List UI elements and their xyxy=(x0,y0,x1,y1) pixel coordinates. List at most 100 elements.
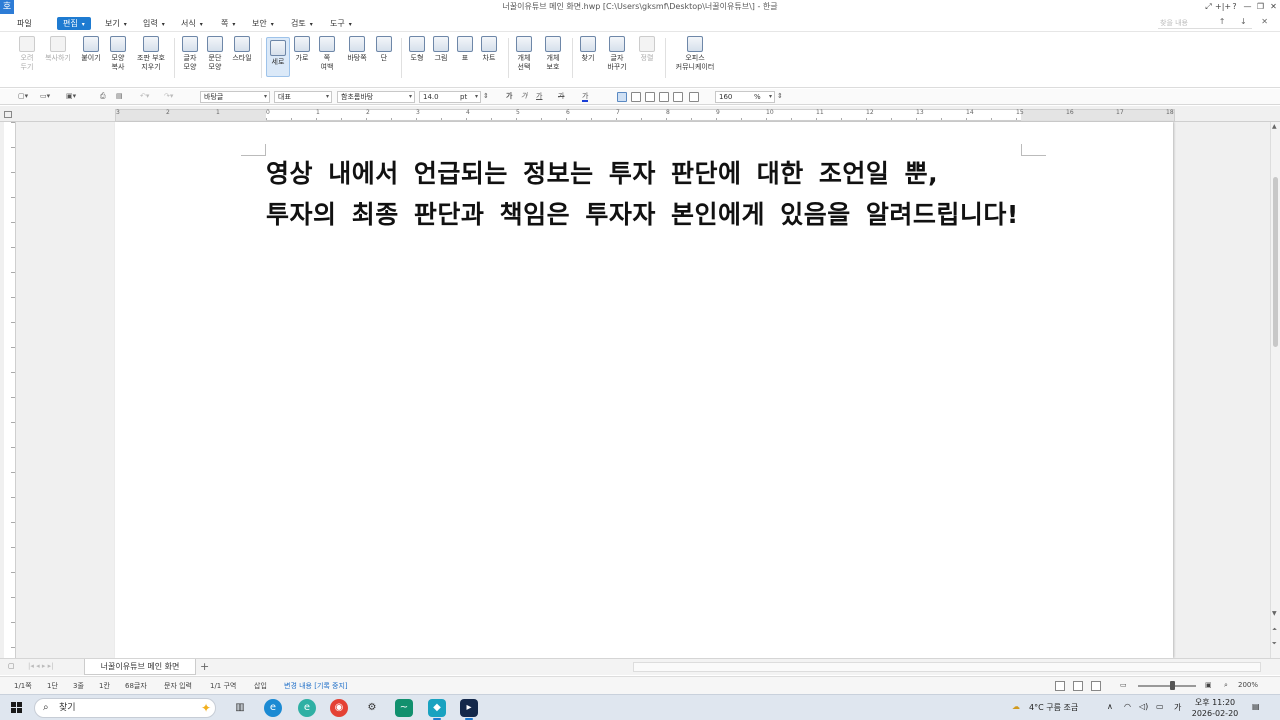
zoom-magnifier-icon[interactable]: ⌕ xyxy=(1224,681,1228,690)
zoom-out-icon[interactable]: ▭ xyxy=(1120,681,1127,689)
zoom-slider[interactable] xyxy=(1138,685,1196,687)
menu-view[interactable]: 보기 ▾ xyxy=(102,17,130,30)
ime-indicator[interactable]: 가 xyxy=(1174,702,1181,713)
char-shape-button[interactable]: 글자 모양 xyxy=(178,36,202,72)
font-select[interactable]: 함초롬바탕 ▾ xyxy=(337,91,415,103)
battery-icon[interactable]: ▭ xyxy=(1156,702,1164,711)
wifi-icon[interactable]: ◠ xyxy=(1124,702,1131,711)
taskbar-search[interactable]: ⌕ 찾기 ✦ xyxy=(34,698,216,718)
style-select[interactable]: 바탕글 ▾ xyxy=(200,91,270,103)
horizontal-ruler[interactable]: 3 2 1 0 1 2 3 4 5 6 7 8 9 10 11 12 13 14… xyxy=(115,109,1175,121)
cut-button[interactable]: 오려 두기 xyxy=(14,36,40,72)
minimize-button[interactable]: — xyxy=(1241,0,1254,14)
hwp-taskbar-icon[interactable]: ◆ xyxy=(428,699,446,720)
tab-document[interactable]: 너꿀이유튜브 메인 화면 xyxy=(84,659,196,675)
picture-button[interactable]: 그림 xyxy=(430,36,452,63)
zoom-input[interactable]: 160% ▾ xyxy=(715,91,775,103)
align-justify-button[interactable] xyxy=(617,92,627,102)
underline-button[interactable]: 가 xyxy=(536,91,542,102)
split-view-icon[interactable]: +|+ xyxy=(1215,0,1231,14)
edge-dev-icon[interactable]: e xyxy=(298,699,316,717)
zoom-stepper-icon[interactable]: ⇕ xyxy=(777,91,783,102)
print-icon[interactable]: ⎙ xyxy=(100,91,106,102)
settings-gear-icon[interactable]: ⚙ xyxy=(363,699,381,717)
copy-button[interactable]: 복사하기 xyxy=(40,36,76,63)
para-shape-button[interactable]: 문단 모양 xyxy=(203,36,227,72)
size-stepper-icon[interactable]: ⇕ xyxy=(483,91,489,102)
notification-icon[interactable]: ▤ xyxy=(1252,702,1260,711)
landscape-button[interactable]: 가로 xyxy=(291,36,313,63)
add-tab-button[interactable]: + xyxy=(200,660,209,673)
menu-tools[interactable]: 도구 ▾ xyxy=(327,17,355,30)
status-track-changes[interactable]: 변경 내용 [기록 중지] xyxy=(284,681,348,691)
select-object-button[interactable]: 개체 선택 xyxy=(512,36,536,72)
sort-button[interactable]: 정렬 xyxy=(636,36,658,63)
find-button[interactable]: 찾기 xyxy=(577,36,599,63)
task-view-icon[interactable]: ▥ xyxy=(231,699,249,717)
vertical-scrollbar[interactable]: ▲ ▼ ⏶ ⏷ xyxy=(1270,122,1280,658)
font-size-input[interactable]: 14.0 pt ▾ xyxy=(419,91,481,103)
horizontal-scrollbar[interactable] xyxy=(633,662,1261,672)
margins-button[interactable]: 쪽 여백 xyxy=(316,36,338,72)
undo-icon[interactable]: ↶▾ xyxy=(140,91,149,102)
replace-button[interactable]: 글자 바꾸기 xyxy=(604,36,630,72)
paste-button[interactable]: 붙이기 xyxy=(78,36,104,63)
menu-review[interactable]: 검토 ▾ xyxy=(288,17,316,30)
tray-overflow-icon[interactable]: ∧ xyxy=(1107,702,1113,711)
redo-icon[interactable]: ↷▾ xyxy=(164,91,173,102)
document-page[interactable]: 영상 내에서 언급되는 정보는 투자 판단에 대한 조언일 뿐, 투자의 최종 … xyxy=(115,122,1173,658)
chrome-icon[interactable]: ◉ xyxy=(330,699,348,717)
preview-icon[interactable]: ▤ xyxy=(116,91,123,102)
web-view-icon[interactable] xyxy=(1091,681,1101,691)
menu-page[interactable]: 쪽 ▾ xyxy=(218,17,238,30)
document-text-line-1[interactable]: 영상 내에서 언급되는 정보는 투자 판단에 대한 조언일 뿐, xyxy=(266,154,938,190)
align-left-button[interactable] xyxy=(631,92,641,102)
zoom-slider-handle[interactable] xyxy=(1170,681,1175,690)
tab-list-icon[interactable]: ▢ xyxy=(8,662,15,670)
align-right-button[interactable] xyxy=(659,92,669,102)
language-select[interactable]: 대표 ▾ xyxy=(274,91,332,103)
scroll-down-icon[interactable]: ▼ xyxy=(1272,610,1277,617)
edge-browser-icon[interactable]: e xyxy=(264,699,282,717)
help-icon[interactable]: ? xyxy=(1228,0,1241,14)
style-button[interactable]: 스타일 xyxy=(228,36,256,63)
columns-button[interactable]: 단 xyxy=(373,36,395,63)
app-swirl-icon[interactable]: ~ xyxy=(395,699,413,717)
office-communicator-button[interactable]: 오피스 커뮤니케이터 xyxy=(670,36,720,72)
windows-start-icon[interactable] xyxy=(11,702,22,713)
weather-text[interactable]: 4°C 구름 조금 xyxy=(1029,702,1078,713)
close-button[interactable]: ✕ xyxy=(1267,0,1280,14)
menubar-right-icons[interactable]: ↑ ↓ ✕ xyxy=(1219,17,1274,26)
format-copy-button[interactable]: 모양 복사 xyxy=(105,36,131,72)
clear-marks-button[interactable]: 조판 부호 지우기 xyxy=(132,36,170,72)
document-text-line-2[interactable]: 투자의 최종 판단과 책임은 투자자 본인에게 있음을 알려드립니다! xyxy=(266,195,1019,231)
taskbar-clock[interactable]: 오후 11:20 2026-02-20 xyxy=(1190,697,1240,719)
menu-security[interactable]: 보안 ▾ xyxy=(249,17,277,30)
fullscreen-icon[interactable]: ⤢ xyxy=(1202,0,1215,14)
align-center-button[interactable] xyxy=(645,92,655,102)
menu-file[interactable]: 파일 xyxy=(14,17,35,30)
tab-nav-arrows[interactable]: |◂ ◂ ▸ ▸| xyxy=(28,662,53,670)
protect-object-button[interactable]: 개체 보호 xyxy=(541,36,565,72)
align-divide-button[interactable] xyxy=(689,92,699,102)
save-icon[interactable]: ▣▾ xyxy=(66,91,76,102)
background-page-button[interactable]: 바탕쪽 xyxy=(343,36,371,63)
scrollbar-thumb[interactable] xyxy=(1273,177,1278,347)
portrait-button[interactable]: 세로 xyxy=(266,37,290,77)
terminal-app-icon[interactable]: ▸ xyxy=(460,699,478,720)
speaker-icon[interactable]: ◁) xyxy=(1139,702,1148,711)
status-insert[interactable]: 삽입 xyxy=(254,681,267,691)
open-folder-icon[interactable]: ▭▾ xyxy=(40,91,50,102)
vertical-ruler[interactable] xyxy=(4,122,16,658)
align-distribute-button[interactable] xyxy=(673,92,683,102)
menu-edit[interactable]: 편집 ▾ xyxy=(57,17,91,30)
ruler-corner-icon[interactable] xyxy=(4,111,12,118)
menu-insert[interactable]: 입력 ▾ xyxy=(140,17,168,30)
bold-button[interactable]: 가 xyxy=(506,91,512,102)
table-button[interactable]: 표 xyxy=(454,36,476,63)
page-view-icon[interactable] xyxy=(1073,681,1083,691)
menu-format[interactable]: 서식 ▾ xyxy=(178,17,206,30)
restore-button[interactable]: ❐ xyxy=(1254,0,1267,14)
font-color-button[interactable]: 가 xyxy=(582,91,589,102)
shapes-button[interactable]: 도형 xyxy=(406,36,428,63)
